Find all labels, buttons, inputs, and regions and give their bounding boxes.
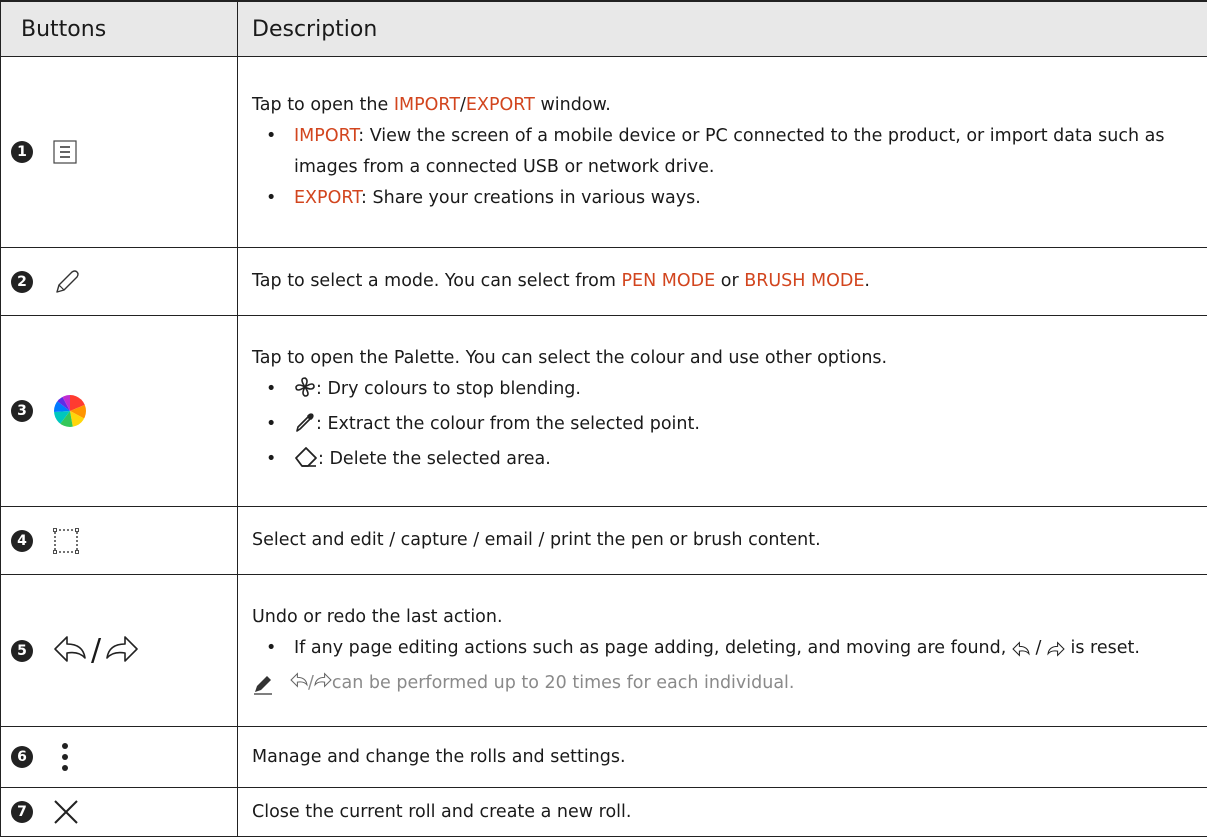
- palette-icon: [53, 394, 87, 428]
- number-badge: 3: [11, 400, 33, 422]
- list-item: : Dry colours to stop blending.: [252, 374, 1193, 409]
- row-description: Tap to select a mode. You can select fro…: [238, 248, 1207, 316]
- row-description: Tap to open the Palette. You can select …: [238, 316, 1207, 507]
- list-item: If any page editing actions such as page…: [252, 633, 1193, 668]
- list-item: : Delete the selected area.: [252, 444, 1193, 479]
- more-icon: [53, 741, 77, 773]
- row-description: Undo or redo the last action. If any pag…: [238, 575, 1207, 727]
- number-badge: 5: [11, 640, 33, 662]
- pen-icon: [53, 268, 81, 296]
- header-description: Description: [238, 1, 1207, 57]
- redo-icon: [1047, 637, 1065, 668]
- row-description: Tap to open the IMPORT/EXPORT window. IM…: [238, 57, 1207, 248]
- number-badge: 6: [11, 746, 33, 768]
- selection-icon: [53, 528, 79, 554]
- note: / can be performed up to 20 times for ea…: [252, 668, 1193, 699]
- close-icon: [53, 799, 79, 825]
- redo-icon: [314, 668, 332, 699]
- eyedropper-icon: [294, 411, 316, 444]
- fan-icon: [294, 376, 316, 409]
- number-badge: 4: [11, 530, 33, 552]
- row-description: Select and edit / capture / email / prin…: [238, 507, 1207, 575]
- undo-icon: [53, 634, 87, 668]
- table-row: 7 Close the current roll and create a ne…: [1, 788, 1207, 837]
- header-row: Buttons Description: [1, 1, 1207, 57]
- undo-icon: [290, 668, 308, 699]
- menu-icon: [53, 140, 77, 164]
- table-row: 3: [1, 316, 1207, 507]
- table-row: 5 / Undo or redo the last action. If any…: [1, 575, 1207, 727]
- note-pencil-icon: [252, 673, 274, 695]
- number-badge: 1: [11, 141, 33, 163]
- header-buttons: Buttons: [1, 1, 238, 57]
- undo-icon: [1012, 637, 1030, 668]
- row-description: Manage and change the rolls and settings…: [238, 727, 1207, 788]
- list-item: : Extract the colour from the selected p…: [252, 409, 1193, 444]
- number-badge: 7: [11, 801, 33, 823]
- buttons-table: Buttons Description 1 Tap to open the IM…: [0, 0, 1207, 837]
- table-row: 6 Manage and change the rolls and settin…: [1, 727, 1207, 788]
- list-item: EXPORT: Share your creations in various …: [252, 183, 1193, 214]
- table-row: 2 Tap to select a mode. You can select f…: [1, 248, 1207, 316]
- redo-icon: [105, 634, 139, 668]
- eraser-icon: [294, 446, 318, 479]
- table-row: 1 Tap to open the IMPORT/EXPORT window. …: [1, 57, 1207, 248]
- number-badge: 2: [11, 271, 33, 293]
- row-description: Close the current roll and create a new …: [238, 788, 1207, 837]
- table-row: 4 Select and edit / capture / email / pr…: [1, 507, 1207, 575]
- list-item: IMPORT: View the screen of a mobile devi…: [252, 121, 1193, 183]
